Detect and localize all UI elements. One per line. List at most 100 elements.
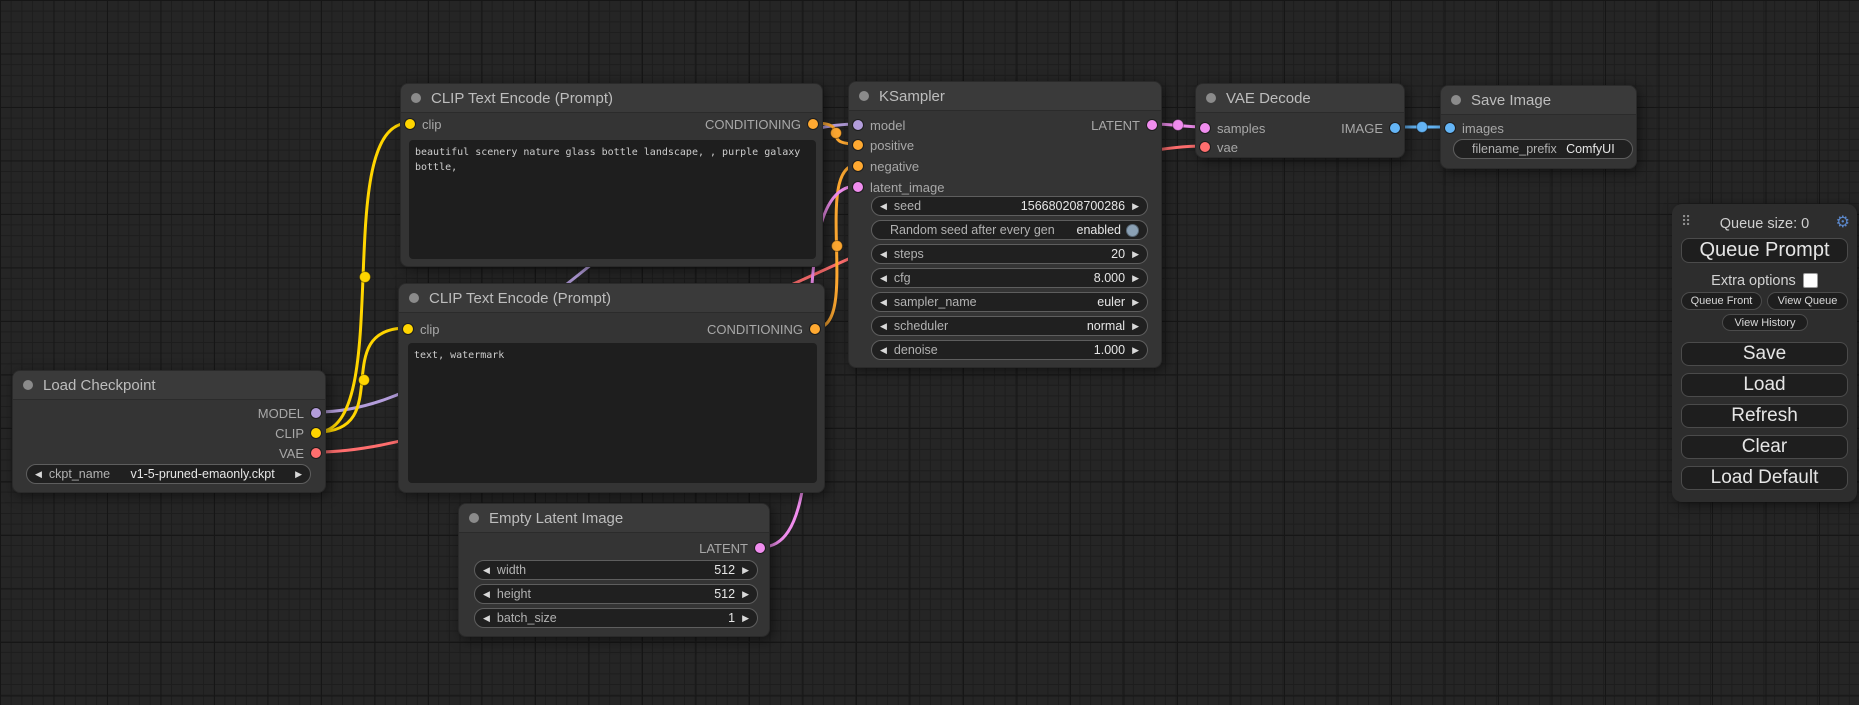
widget-sampler-name[interactable]: sampler_name euler: [871, 292, 1148, 312]
increment-arrow-icon[interactable]: [742, 566, 749, 575]
node-titlebar[interactable]: Save Image: [1441, 86, 1636, 115]
port-dot-vae-icon[interactable]: [311, 448, 321, 458]
node-titlebar[interactable]: VAE Decode: [1196, 84, 1404, 113]
collapse-toggle-icon[interactable]: [859, 91, 869, 101]
decrement-arrow-icon[interactable]: [880, 346, 887, 355]
decrement-arrow-icon[interactable]: [483, 590, 490, 599]
port-dot-latent-icon[interactable]: [755, 543, 765, 553]
node-titlebar[interactable]: KSampler: [849, 82, 1161, 111]
widget-batch-size[interactable]: batch_size 1: [474, 608, 758, 628]
widget-width[interactable]: width 512: [474, 560, 758, 580]
node-titlebar[interactable]: CLIP Text Encode (Prompt): [399, 284, 824, 313]
widget-scheduler[interactable]: scheduler normal: [871, 316, 1148, 336]
load-button[interactable]: Load: [1681, 373, 1848, 397]
port-dot-clip-icon[interactable]: [405, 119, 415, 129]
widget-seed[interactable]: seed 156680208700286: [871, 196, 1148, 216]
decrement-arrow-icon[interactable]: [880, 250, 887, 259]
increment-arrow-icon[interactable]: [1132, 274, 1139, 283]
input-port-clip[interactable]: clip: [405, 114, 442, 134]
widget-filename-prefix[interactable]: filename_prefix ComfyUI: [1453, 139, 1633, 159]
collapse-toggle-icon[interactable]: [23, 380, 33, 390]
widget-cfg[interactable]: cfg 8.000: [871, 268, 1148, 288]
port-dot-conditioning-icon[interactable]: [808, 119, 818, 129]
widget-ckpt-name[interactable]: ckpt_name v1-5-pruned-emaonly.ckpt: [26, 464, 311, 484]
save-button[interactable]: Save: [1681, 342, 1848, 366]
load-default-button[interactable]: Load Default: [1681, 466, 1848, 490]
increment-arrow-icon[interactable]: [1132, 250, 1139, 259]
collapse-toggle-icon[interactable]: [411, 93, 421, 103]
input-port-clip[interactable]: clip: [403, 319, 440, 339]
output-port-conditioning[interactable]: CONDITIONING: [707, 319, 820, 339]
decrement-arrow-icon[interactable]: [35, 470, 42, 479]
decrement-arrow-icon[interactable]: [880, 322, 887, 331]
node-titlebar[interactable]: Load Checkpoint: [13, 371, 325, 400]
widget-steps[interactable]: steps 20: [871, 244, 1148, 264]
extra-options-checkbox[interactable]: [1803, 273, 1818, 288]
node-vae-decode[interactable]: VAE Decode samples vae IMAGE: [1195, 83, 1405, 158]
collapse-toggle-icon[interactable]: [469, 513, 479, 523]
prompt-textarea[interactable]: text, watermark: [408, 343, 817, 483]
port-dot-latent-icon[interactable]: [1200, 123, 1210, 133]
widget-height[interactable]: height 512: [474, 584, 758, 604]
collapse-toggle-icon[interactable]: [1206, 93, 1216, 103]
input-port-samples[interactable]: samples: [1200, 118, 1265, 138]
decrement-arrow-icon[interactable]: [880, 298, 887, 307]
collapse-toggle-icon[interactable]: [409, 293, 419, 303]
input-port-model[interactable]: model: [853, 115, 905, 135]
queue-front-button[interactable]: Queue Front: [1681, 292, 1762, 310]
collapse-toggle-icon[interactable]: [1451, 95, 1461, 105]
node-ksampler[interactable]: KSampler model positive negative latent_…: [848, 81, 1162, 368]
decrement-arrow-icon[interactable]: [483, 614, 490, 623]
input-port-latent-image[interactable]: latent_image: [853, 177, 944, 197]
node-save-image[interactable]: Save Image images filename_prefix ComfyU…: [1440, 85, 1637, 169]
increment-arrow-icon[interactable]: [1132, 202, 1139, 211]
input-port-images[interactable]: images: [1445, 118, 1504, 138]
increment-arrow-icon[interactable]: [742, 590, 749, 599]
decrement-arrow-icon[interactable]: [880, 202, 887, 211]
output-port-conditioning[interactable]: CONDITIONING: [705, 114, 818, 134]
port-dot-model-icon[interactable]: [853, 120, 863, 130]
refresh-button[interactable]: Refresh: [1681, 404, 1848, 428]
node-titlebar[interactable]: Empty Latent Image: [459, 504, 769, 533]
output-port-latent[interactable]: LATENT: [1091, 115, 1157, 135]
increment-arrow-icon[interactable]: [1132, 346, 1139, 355]
prompt-textarea[interactable]: beautiful scenery nature glass bottle la…: [409, 140, 816, 259]
decrement-arrow-icon[interactable]: [880, 274, 887, 283]
input-port-negative[interactable]: negative: [853, 156, 919, 176]
increment-arrow-icon[interactable]: [1132, 298, 1139, 307]
port-dot-image-icon[interactable]: [1445, 123, 1455, 133]
output-port-image[interactable]: IMAGE: [1341, 118, 1400, 138]
increment-arrow-icon[interactable]: [1132, 322, 1139, 331]
port-dot-conditioning-icon[interactable]: [810, 324, 820, 334]
port-dot-latent-icon[interactable]: [853, 182, 863, 192]
node-clip-text-encode-negative[interactable]: CLIP Text Encode (Prompt) clip CONDITION…: [398, 283, 825, 493]
toggle-knob-icon[interactable]: [1126, 224, 1139, 237]
output-port-latent[interactable]: LATENT: [699, 538, 765, 558]
port-dot-model-icon[interactable]: [311, 408, 321, 418]
view-queue-button[interactable]: View Queue: [1767, 292, 1848, 310]
output-port-clip[interactable]: CLIP: [275, 423, 321, 443]
port-dot-vae-icon[interactable]: [1200, 142, 1210, 152]
clear-button[interactable]: Clear: [1681, 435, 1848, 459]
port-dot-conditioning-icon[interactable]: [853, 161, 863, 171]
node-clip-text-encode-positive[interactable]: CLIP Text Encode (Prompt) clip CONDITION…: [400, 83, 823, 267]
gear-icon[interactable]: ⚙: [1836, 212, 1850, 232]
increment-arrow-icon[interactable]: [295, 470, 302, 479]
output-port-model[interactable]: MODEL: [258, 403, 321, 423]
node-graph-canvas[interactable]: Load Checkpoint MODEL CLIP VAE ckpt_name…: [0, 0, 1859, 705]
input-port-vae[interactable]: vae: [1200, 137, 1238, 157]
node-empty-latent-image[interactable]: Empty Latent Image LATENT width 512 heig…: [458, 503, 770, 637]
port-dot-conditioning-icon[interactable]: [853, 140, 863, 150]
increment-arrow-icon[interactable]: [742, 614, 749, 623]
node-titlebar[interactable]: CLIP Text Encode (Prompt): [401, 84, 822, 113]
port-dot-clip-icon[interactable]: [311, 428, 321, 438]
port-dot-latent-icon[interactable]: [1147, 120, 1157, 130]
port-dot-clip-icon[interactable]: [403, 324, 413, 334]
widget-random-seed-toggle[interactable]: Random seed after every gen enabled: [871, 220, 1148, 240]
port-dot-image-icon[interactable]: [1390, 123, 1400, 133]
decrement-arrow-icon[interactable]: [483, 566, 490, 575]
output-port-vae[interactable]: VAE: [279, 443, 321, 463]
widget-denoise[interactable]: denoise 1.000: [871, 340, 1148, 360]
node-load-checkpoint[interactable]: Load Checkpoint MODEL CLIP VAE ckpt_name…: [12, 370, 326, 493]
view-history-button[interactable]: View History: [1722, 314, 1808, 331]
